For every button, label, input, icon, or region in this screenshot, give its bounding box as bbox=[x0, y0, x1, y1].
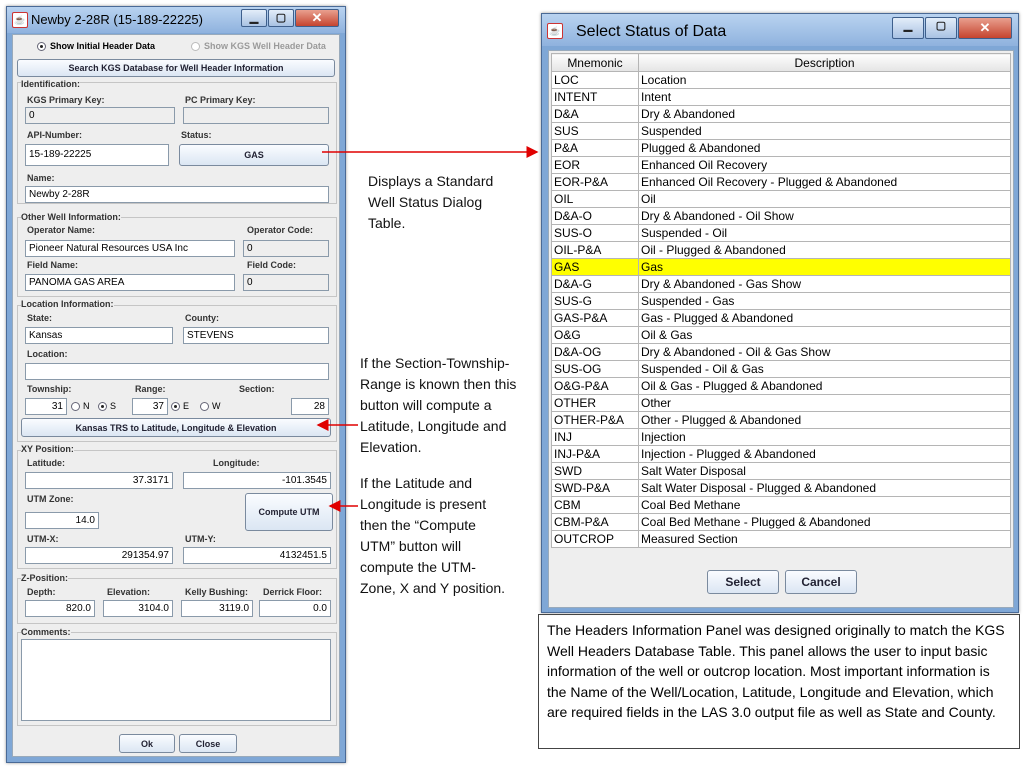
utm-note: If the Latitude and Longitude is present… bbox=[360, 475, 506, 596]
summary-box: The Headers Information Panel was design… bbox=[538, 614, 1020, 749]
trs-note: If the Section-Township-Range is known t… bbox=[360, 355, 517, 455]
status-note: Displays a Standard Well Status Dialog T… bbox=[368, 173, 494, 231]
